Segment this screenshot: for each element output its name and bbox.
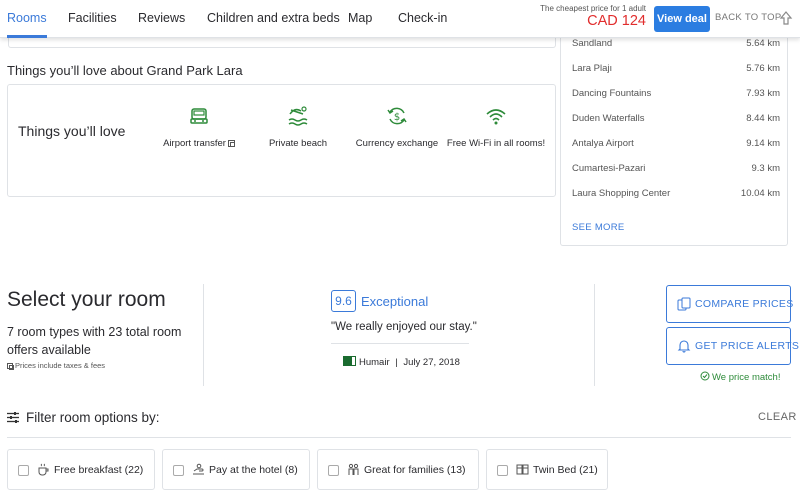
svg-text:$: $ <box>394 112 400 123</box>
amenity-currency-exchange: $ Currency exchange <box>342 105 452 149</box>
receipt-icon <box>7 363 14 371</box>
review-date: July 27, 2018 <box>403 357 460 368</box>
landmark-distance: 10.04 km <box>740 188 780 199</box>
landmark-distance: 7.93 km <box>746 88 780 99</box>
filter-checkbox[interactable] <box>18 465 29 476</box>
things-box: Things you’ll love Airport transfer Priv… <box>7 84 556 197</box>
tab-children-extra-beds[interactable]: Children and extra beds <box>207 0 340 38</box>
price-match-icon <box>700 371 710 381</box>
pay-at-hotel-icon <box>193 463 204 475</box>
section-divider <box>203 284 204 386</box>
landmark-distance: 5.76 km <box>746 63 780 74</box>
top-nav: Rooms Facilities Reviews Children and ex… <box>0 0 800 38</box>
cheapest-price: The cheapest price for 1 adult CAD 124 <box>526 4 646 29</box>
section-divider <box>594 284 595 386</box>
filter-checkbox[interactable] <box>328 465 339 476</box>
arrow-up-icon[interactable] <box>779 10 793 26</box>
review-author-line: Humair | July 27, 2018 <box>359 357 460 368</box>
car-icon <box>190 108 208 124</box>
tab-rooms[interactable]: Rooms <box>7 0 47 38</box>
filter-pay-at-hotel[interactable]: Pay at the hotel (8) <box>162 449 310 490</box>
compare-icon <box>677 297 691 311</box>
review-separator: | <box>395 357 398 368</box>
get-price-alerts-label: GET PRICE ALERTS <box>695 340 800 352</box>
get-price-alerts-button[interactable]: GET PRICE ALERTS <box>666 327 799 365</box>
filter-label: Twin Bed (21) <box>533 464 598 476</box>
landmark-row: Dancing Fountains 7.93 km <box>572 88 780 102</box>
landmark-name: Cumartesi-Pazari <box>572 163 646 174</box>
nearby-landmarks-panel: Sandland 5.64 km Lara Plajı 5.76 km Danc… <box>560 30 788 246</box>
landmark-row: Duden Waterfalls 8.44 km <box>572 113 780 127</box>
filter-great-for-families[interactable]: Great for families (13) <box>317 449 479 490</box>
landmark-name: Dancing Fountains <box>572 88 652 99</box>
filter-divider <box>7 437 791 438</box>
tab-reviews[interactable]: Reviews <box>138 0 185 38</box>
clear-filters-link[interactable]: CLEAR <box>758 411 797 423</box>
twin-bed-icon <box>516 464 529 475</box>
select-room-title: Select your room <box>7 288 166 311</box>
landmark-name: Lara Plajı <box>572 63 613 74</box>
see-more-link[interactable]: SEE MORE <box>572 222 625 233</box>
breakfast-icon <box>38 463 49 476</box>
tab-map[interactable]: Map <box>348 0 372 38</box>
family-icon <box>348 463 359 475</box>
filter-checkbox[interactable] <box>497 465 508 476</box>
compare-prices-label: COMPARE PRICES <box>695 298 794 310</box>
external-link-icon <box>227 139 235 147</box>
landmark-distance: 9.14 km <box>746 138 780 149</box>
landmark-name: Duden Waterfalls <box>572 113 645 124</box>
amenity-private-beach: Private beach <box>243 105 353 149</box>
filter-free-breakfast[interactable]: Free breakfast (22) <box>7 449 155 490</box>
currency-exchange-icon: $ <box>387 107 407 125</box>
landmark-row: Laura Shopping Center 10.04 km <box>572 188 780 202</box>
review-quote: "We really enjoyed our stay." <box>331 321 477 333</box>
landmark-distance: 9.3 km <box>751 163 780 174</box>
landmark-name: Antalya Airport <box>572 138 634 149</box>
things-box-label: Things you’ll love <box>18 123 126 139</box>
price-match-link[interactable]: We price match! <box>700 371 780 383</box>
price-caption: The cheapest price for 1 adult <box>540 4 646 13</box>
landmark-row: Lara Plajı 5.76 km <box>572 63 780 77</box>
filter-icon <box>7 412 19 423</box>
compare-prices-button[interactable]: COMPARE PRICES <box>666 285 794 323</box>
landmark-name: Sandland <box>572 38 613 49</box>
wifi-icon <box>486 109 506 125</box>
filter-label: Free breakfast (22) <box>54 464 144 476</box>
things-section-title: Things you’ll love about Grand Park Lara <box>7 63 243 78</box>
review-author: Humair <box>359 357 390 368</box>
landmark-distance: 8.44 km <box>746 113 780 124</box>
review-score-badge: 9.6 <box>331 290 356 312</box>
back-to-top-link[interactable]: BACK TO TOP <box>715 12 781 23</box>
landmark-row: Antalya Airport 9.14 km <box>572 138 780 152</box>
amenity-free-wifi: Free Wi-Fi in all rooms! <box>441 105 551 149</box>
amenity-label: Private beach <box>268 138 328 149</box>
amenity-airport-transfer[interactable]: Airport transfer <box>144 105 254 149</box>
filter-label: Pay at the hotel (8) <box>209 464 298 476</box>
pakistan-flag-icon <box>343 356 356 366</box>
view-deal-button[interactable]: View deal <box>654 6 710 32</box>
amenity-label: Airport transfer <box>144 138 254 149</box>
filter-twin-bed[interactable]: Twin Bed (21) <box>486 449 608 490</box>
tab-facilities[interactable]: Facilities <box>68 0 117 38</box>
filter-title: Filter room options by: <box>26 410 160 425</box>
review-score-word: Exceptional <box>361 294 429 309</box>
bell-icon <box>677 340 691 353</box>
taxes-note: Prices include taxes & fees <box>7 361 105 371</box>
filter-label: Great for families (13) <box>364 464 466 476</box>
filter-checkbox[interactable] <box>173 465 184 476</box>
beach-icon <box>288 106 308 126</box>
landmark-row: Cumartesi-Pazari 9.3 km <box>572 163 780 177</box>
landmark-distance: 5.64 km <box>746 38 780 49</box>
room-summary: 7 room types with 23 total room offers a… <box>7 325 182 357</box>
tab-check-in[interactable]: Check-in <box>398 0 447 38</box>
price-value: CAD 124 <box>587 13 646 29</box>
landmark-row: Sandland 5.64 km <box>572 38 780 52</box>
review-divider <box>331 343 469 344</box>
amenity-label: Currency exchange <box>355 138 439 149</box>
landmark-name: Laura Shopping Center <box>572 188 671 199</box>
amenity-label: Free Wi-Fi in all rooms! <box>446 138 546 149</box>
